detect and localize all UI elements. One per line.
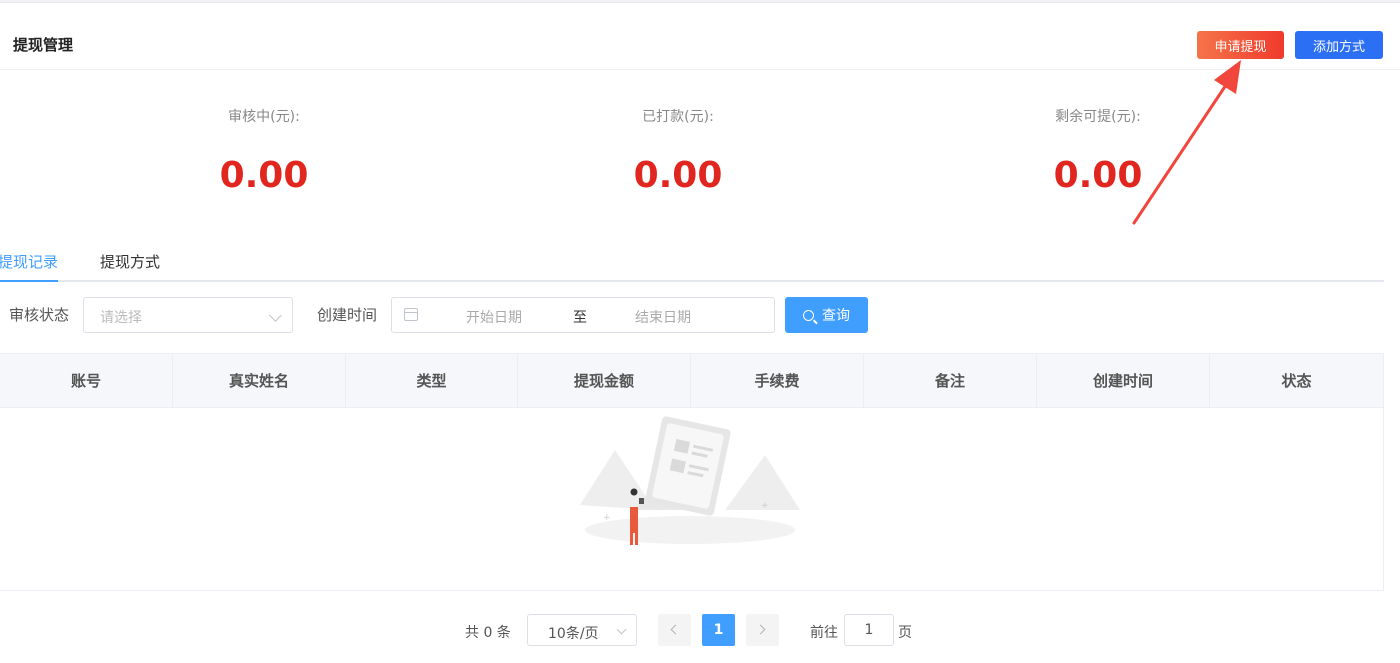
chevron-down-icon xyxy=(616,624,627,635)
stat-value: 0.00 xyxy=(219,155,309,196)
column-header-type[interactable]: 类型 xyxy=(346,354,518,408)
column-header-amount[interactable]: 提现金额 xyxy=(518,354,691,408)
goto-unit: 页 xyxy=(898,625,912,641)
time-filter-label: 创建时间 xyxy=(317,306,378,324)
stat-pending: 审核中(元): 0.00 xyxy=(164,106,364,198)
end-date-input[interactable]: 结束日期 xyxy=(635,307,691,327)
chevron-down-icon xyxy=(269,309,282,322)
table-header: 账号 真实姓名 类型 提现金额 手续费 备注 创建时间 状态 xyxy=(0,353,1383,408)
search-button[interactable]: 查询 xyxy=(785,297,868,333)
column-header-remark[interactable]: 备注 xyxy=(864,354,1037,408)
tab-bar: 提现记录 提现方式 xyxy=(0,240,1384,282)
svg-text:+: + xyxy=(603,513,611,523)
date-range-picker[interactable]: 开始日期 至 结束日期 xyxy=(391,297,775,333)
goto-label: 前往 xyxy=(810,625,838,641)
start-date-input[interactable]: 开始日期 xyxy=(466,307,522,327)
stat-label: 审核中(元): xyxy=(228,109,300,125)
apply-withdraw-button[interactable]: 申请提现 xyxy=(1197,31,1284,59)
next-page-button[interactable] xyxy=(746,614,779,646)
page-size-select[interactable]: 10条/页 xyxy=(527,614,637,646)
stat-label: 剩余可提(元): xyxy=(1055,109,1141,125)
total-count: 共 0 条 xyxy=(465,625,511,641)
calendar-icon xyxy=(404,308,418,321)
column-header-status[interactable]: 状态 xyxy=(1210,354,1383,408)
chevron-right-icon xyxy=(755,624,766,635)
pagination: 共 0 条 10条/页 1 前往 1 页 xyxy=(0,613,1400,647)
column-header-fee[interactable]: 手续费 xyxy=(691,354,864,408)
stat-label: 已打款(元): xyxy=(642,109,714,125)
stat-available: 剩余可提(元): 0.00 xyxy=(998,106,1198,198)
column-header-real-name[interactable]: 真实姓名 xyxy=(173,354,346,408)
svg-text:+: + xyxy=(761,501,769,511)
page-title: 提现管理 xyxy=(13,36,74,54)
search-icon xyxy=(803,310,814,321)
page-size-value: 10条/页 xyxy=(548,626,599,642)
status-filter-label: 审核状态 xyxy=(9,306,70,324)
empty-state-illustration: + + xyxy=(580,416,800,545)
prev-page-button[interactable] xyxy=(658,614,691,646)
search-button-label: 查询 xyxy=(822,308,850,324)
active-tab-indicator xyxy=(0,280,58,282)
add-method-button[interactable]: 添加方式 xyxy=(1295,31,1383,59)
top-divider xyxy=(0,0,1400,3)
column-header-created-time[interactable]: 创建时间 xyxy=(1037,354,1210,408)
status-select-placeholder: 请选择 xyxy=(100,310,142,326)
stat-paid: 已打款(元): 0.00 xyxy=(578,106,778,198)
status-select[interactable]: 请选择 xyxy=(83,297,293,333)
tab-withdraw-methods[interactable]: 提现方式 xyxy=(100,252,160,272)
chevron-left-icon xyxy=(670,624,681,635)
column-header-account[interactable]: 账号 xyxy=(0,354,173,408)
page-number-current[interactable]: 1 xyxy=(702,614,735,646)
goto-page-input[interactable]: 1 xyxy=(844,614,894,646)
stat-value: 0.00 xyxy=(633,155,723,196)
tab-withdraw-records[interactable]: 提现记录 xyxy=(0,252,58,272)
stat-value: 0.00 xyxy=(1053,155,1143,196)
range-separator: 至 xyxy=(573,310,587,326)
page-header: 提现管理 申请提现 添加方式 xyxy=(0,4,1400,70)
